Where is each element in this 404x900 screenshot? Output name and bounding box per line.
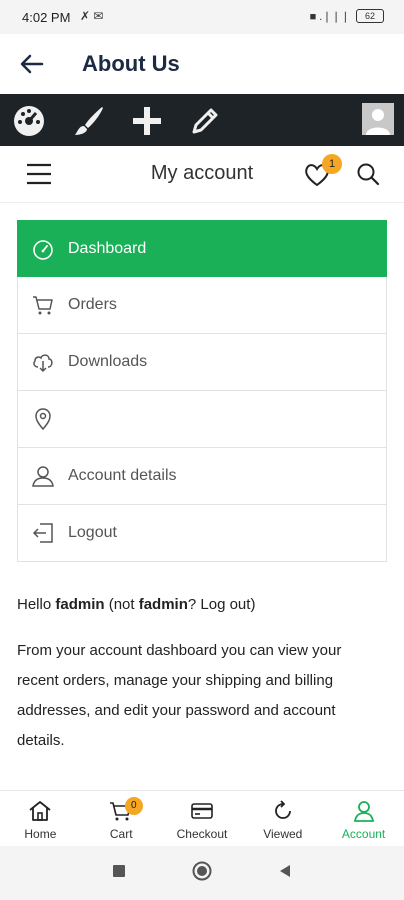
nav-item-label: Downloads [68,353,148,370]
app-bar: About Us [0,34,404,94]
bottom-nav-cart[interactable]: 0 Cart [81,791,162,847]
desc-part-1: From your account dashboard you can view… [17,642,342,659]
recent-orders-link[interactable]: recent orders [17,672,105,689]
bottom-nav-home[interactable]: Home [0,791,81,847]
nav-item-label: Dashboard [68,239,147,257]
cart-count-badge: 0 [124,797,143,815]
bottom-nav-viewed[interactable]: Viewed [242,791,323,847]
wishlist-count-badge: 1 [322,154,342,174]
plus-icon[interactable] [130,104,164,138]
bottom-nav-label: Home [24,827,57,841]
nav-item-downloads[interactable]: Downloads [17,334,387,391]
user-icon [353,801,374,822]
dashboard-description: From your account dashboard you can view… [17,636,387,756]
home-icon [29,801,51,821]
battery-icon: 62 [356,9,384,23]
system-navigation-bar [0,846,404,900]
bottom-nav-checkout[interactable]: Checkout [162,791,243,847]
gauge-icon [33,239,53,260]
bottom-nav-label: Viewed [263,827,303,841]
dashboard-content: Hello fadmin (not fadmin? Log out) From … [17,594,387,756]
bottom-nav-label: Checkout [176,827,228,841]
card-icon [191,803,213,819]
nav-item-addresses[interactable] [17,391,387,448]
home-circle-icon[interactable] [192,861,212,881]
nav-item-label: Account details [68,467,177,484]
admin-toolbar [0,94,404,146]
desc-part-3: , and [86,702,124,719]
user-icon [32,466,54,487]
notification-icons: ✗ ✉ [80,9,104,23]
status-right: ■ .❘❘❘ 62 [310,9,384,23]
nav-item-dashboard[interactable]: Dashboard [17,220,387,277]
search-icon[interactable] [356,162,380,186]
cloud-download-icon [33,354,53,373]
bottom-nav-label: Account [341,827,386,841]
refresh-icon [274,800,291,819]
not-username: fadmin [138,596,188,613]
page-title: About Us [82,51,180,76]
back-arrow-icon[interactable] [18,50,46,78]
user-avatar[interactable] [362,103,394,135]
bottom-navigation: Home 0 Cart Checkout Viewed Account [0,790,404,847]
bottom-nav-account[interactable]: Account [323,791,404,847]
desc-part-4: . [60,732,65,749]
greeting: Hello fadmin (not fadmin? Log out) [17,594,387,616]
account-navigation: Dashboard Orders Downloads Account detai… [17,220,387,562]
username: fadmin [55,596,105,613]
map-pin-icon [35,408,51,430]
logout-icon [32,523,53,543]
nav-item-orders[interactable]: Orders [17,277,387,334]
bottom-nav-label: Cart [109,827,133,841]
nav-item-logout[interactable]: Logout [17,505,387,562]
nav-item-account-details[interactable]: Account details [17,448,387,505]
brush-icon[interactable] [72,104,106,138]
greeting-prefix: Hello [17,596,56,613]
status-time: 4:02 PM [22,10,71,25]
site-title: My account [150,162,254,184]
status-bar: 4:02 PM ✗ ✉ ■ .❘❘❘ 62 [0,0,404,34]
nav-item-label: Logout [68,524,117,541]
recents-square-icon[interactable] [112,864,126,878]
nav-item-label: Orders [68,296,117,313]
site-header: My account [0,146,404,203]
dashboard-gauge-icon[interactable] [12,104,46,138]
close-paren: ) [250,596,256,613]
not-prefix: (not [104,596,139,613]
signal-icon: ■ .❘❘❘ [309,10,350,23]
cart-icon [33,296,53,315]
logout-link[interactable]: ? Log out [188,596,251,613]
desc-part-2: , manage your [105,672,206,689]
avatar-person-icon [366,109,390,135]
back-triangle-icon[interactable] [278,864,292,878]
pencil-icon[interactable] [188,104,222,138]
